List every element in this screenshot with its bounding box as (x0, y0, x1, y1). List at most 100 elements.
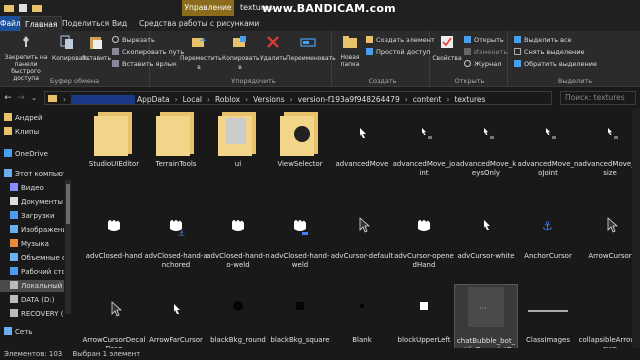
properties-button[interactable]: Свойства (432, 34, 462, 63)
file-item[interactable]: ArrowFarCursor (144, 284, 208, 348)
breadcrumb-appdata[interactable]: AppData (137, 95, 170, 104)
rename-button[interactable]: Переименовать (286, 34, 336, 63)
nav-item-label: RECOVERY (E:) (21, 310, 64, 318)
computer-icon (4, 169, 12, 177)
file-item[interactable]: blackBkg_square (268, 284, 332, 348)
file-name: advancedMove_resize (578, 160, 640, 177)
selection-count: Выбран 1 элемент (72, 350, 141, 358)
drive-icon (10, 295, 18, 303)
nav-item[interactable]: Объемные объекты (0, 252, 64, 264)
forward-arrow-icon[interactable]: → (15, 92, 27, 104)
manage-tab[interactable]: Управление (182, 0, 234, 16)
breadcrumb-textures[interactable]: textures (454, 95, 485, 104)
select-all-button[interactable]: Выделить все (514, 35, 572, 45)
nav-item[interactable]: Этот компьютер (0, 168, 64, 180)
copy-to-button[interactable]: Копировать в (222, 34, 259, 72)
nav-item[interactable]: OneDrive (0, 148, 64, 160)
open-button[interactable]: Открыть (464, 35, 504, 45)
new-item-button[interactable]: Создать элемент (366, 35, 435, 45)
new-item-label: Создать элемент (376, 36, 435, 44)
search-input[interactable]: Поиск: textures (560, 91, 636, 105)
folder-icon[interactable] (4, 3, 14, 13)
cut-button[interactable]: Вырезать (112, 35, 155, 45)
file-item[interactable]: advCursor-openedHand (392, 200, 456, 276)
file-item[interactable]: blockUpperLeft (392, 284, 456, 348)
nav-item[interactable]: Документы (0, 196, 64, 208)
file-item[interactable]: advancedMove (330, 108, 394, 184)
file-item[interactable]: advCursor-default (330, 200, 394, 276)
folder-item[interactable]: ViewSelector (268, 108, 332, 184)
folder-icon[interactable] (32, 3, 42, 13)
file-item[interactable]: ClassImages (516, 284, 580, 348)
paste-shortcut-label: Вставить ярлык (122, 60, 177, 68)
tab-share[interactable]: Поделиться (58, 16, 113, 31)
music-icon (10, 239, 18, 247)
nav-scrollbar-thumb[interactable] (66, 184, 70, 224)
select-none-button[interactable]: Снять выделение (514, 47, 584, 57)
file-item[interactable]: ArrowCursor (578, 200, 640, 276)
paste-button[interactable]: Вставить (82, 34, 111, 63)
folder-item[interactable]: StudioUIEditor (82, 108, 146, 184)
file-item[interactable]: advCursor-white (454, 200, 518, 276)
back-arrow-icon[interactable]: ← (2, 92, 14, 104)
nav-item[interactable]: Музыка (0, 238, 64, 250)
tab-view[interactable]: Вид (108, 16, 131, 31)
check-icon[interactable] (18, 3, 28, 13)
breadcrumb-versions[interactable]: Versions (253, 95, 285, 104)
move-to-button[interactable]: Переместить в (180, 34, 222, 72)
file-item[interactable]: advClosed-hand-no-weld (206, 200, 270, 276)
paste-shortcut-button[interactable]: Вставить ярлык (112, 59, 177, 69)
copy-button[interactable]: Копировать (52, 34, 89, 63)
nav-scrollbar[interactable] (65, 180, 71, 314)
nav-item[interactable]: Андрей (0, 112, 64, 124)
easy-access-button[interactable]: Простой доступ (366, 47, 431, 57)
tab-file[interactable]: Файл (0, 16, 21, 31)
create-group-label: Создать (368, 77, 397, 85)
copy-to-icon (233, 36, 246, 47)
tab-picture-tools[interactable]: Средства работы с рисунками (135, 16, 263, 31)
file-item[interactable]: advancedMove_keysOnly (454, 108, 518, 184)
nav-item[interactable]: Клипы (0, 126, 64, 138)
file-item[interactable]: ArrowCursorDecalDrag (82, 284, 146, 348)
nav-item[interactable]: Локальный диск (C:) (0, 280, 64, 292)
breadcrumb-roblox[interactable]: Roblox (215, 95, 240, 104)
delete-button[interactable]: Удалить (260, 34, 286, 63)
invert-selection-button[interactable]: Обратить выделение (514, 59, 597, 69)
breadcrumb-version[interactable]: version-f193a9f948264479 (298, 95, 400, 104)
folder-item[interactable]: ui (206, 108, 270, 184)
history-button[interactable]: Журнал (464, 59, 501, 69)
file-item[interactable]: ··· chatBubble_bot_notifyGray_dotDotDot (454, 284, 518, 348)
file-item[interactable]: ⚓ AnchorCursor (516, 200, 580, 276)
pin-button[interactable]: Закрепить на панели быстрого доступа (2, 34, 50, 82)
nav-item[interactable]: Рабочий стол (0, 266, 64, 278)
file-item[interactable]: advancedMove_resize (578, 108, 640, 184)
breadcrumb-content[interactable]: content (413, 95, 442, 104)
nav-item[interactable]: Загрузки (0, 210, 64, 222)
file-item[interactable]: advancedMove_noJoint (516, 108, 580, 184)
file-item[interactable]: advClosed-hand-weld (268, 200, 332, 276)
tab-home[interactable]: Главная (20, 16, 63, 31)
file-item[interactable]: blackBkg_round (206, 284, 270, 348)
new-folder-button[interactable]: Новая папка (338, 34, 362, 68)
nav-item[interactable]: Изображения (0, 224, 64, 236)
file-item[interactable]: Blank (330, 284, 394, 348)
breadcrumb-local[interactable]: Local (183, 95, 202, 104)
copy-path-button[interactable]: Скопировать путь (112, 47, 184, 57)
nav-item[interactable]: Видео (0, 182, 64, 194)
file-item[interactable]: collapsibleArrowDown (578, 284, 640, 348)
file-name: blockUpperLeft (397, 336, 451, 344)
nav-item[interactable]: DATA (D:) (0, 294, 64, 306)
file-name: advancedMove (335, 160, 389, 168)
folder-item[interactable]: TerrainTools (144, 108, 208, 184)
file-item[interactable]: ⚓ advClosed-hand-anchored (144, 200, 208, 276)
content-scrollbar[interactable] (632, 108, 640, 348)
nav-item[interactable]: Сеть (0, 326, 64, 338)
edit-button[interactable]: Изменить (464, 47, 507, 57)
file-name: advancedMove_joint (392, 160, 456, 177)
file-item[interactable]: advClosed-hand (82, 200, 146, 276)
file-item[interactable]: advancedMove_joint (392, 108, 456, 184)
thumbnail-icon (522, 108, 574, 158)
nav-item[interactable]: RECOVERY (E:) (0, 308, 64, 320)
recent-chevron-icon[interactable]: ⌄ (28, 92, 40, 104)
path-box[interactable]: › AppData › Local › Roblox › Versions › … (44, 91, 552, 105)
